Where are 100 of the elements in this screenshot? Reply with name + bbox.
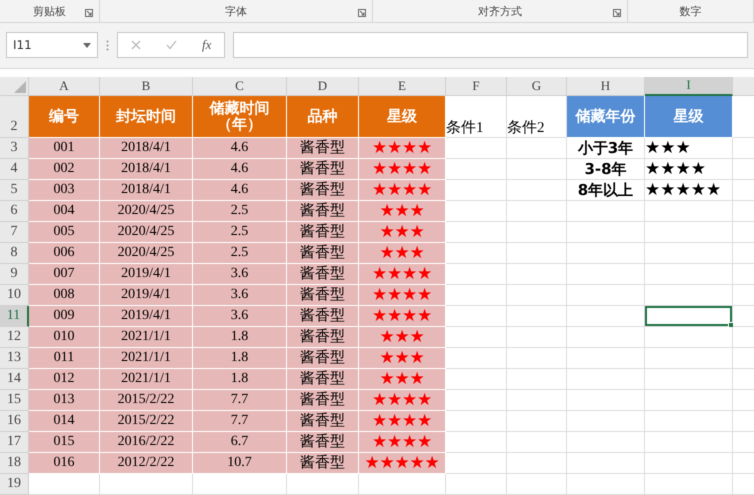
table-cell: 酱香型 xyxy=(287,264,359,285)
row-header[interactable]: 7 xyxy=(0,222,29,243)
table-cell: ★★★★ xyxy=(359,158,446,180)
table-cell: 016 xyxy=(29,452,100,474)
row-header[interactable]: 18 xyxy=(0,452,29,474)
row-header[interactable]: 13 xyxy=(0,348,29,369)
table-cell: 条件2 xyxy=(507,96,567,138)
table-cell: ★★★ xyxy=(359,222,446,243)
select-all-button[interactable] xyxy=(0,76,29,96)
row-header[interactable]: 15 xyxy=(0,390,29,411)
table-cell: ★★★★ xyxy=(359,138,446,159)
table-cell: 2015/2/22 xyxy=(100,390,193,411)
table-cell: 1.8 xyxy=(193,326,287,348)
row-header[interactable]: 2 xyxy=(0,96,29,138)
table-cell: 2019/4/1 xyxy=(100,264,193,285)
check-icon[interactable] xyxy=(166,40,177,50)
table-cell: 2021/1/1 xyxy=(100,326,193,348)
row-header[interactable]: 16 xyxy=(0,410,29,432)
table-cell: ★★★★ xyxy=(359,432,446,453)
row-header[interactable]: 11 xyxy=(0,306,29,327)
table-cell: 003 xyxy=(29,180,100,201)
table-cell: 酱香型 xyxy=(287,138,359,159)
table-cell: 007 xyxy=(29,264,100,285)
table-cell: 011 xyxy=(29,348,100,369)
column-header[interactable]: B xyxy=(100,76,193,96)
table-cell: 7.7 xyxy=(193,410,287,432)
row-header[interactable]: 14 xyxy=(0,368,29,390)
row-header[interactable]: 17 xyxy=(0,432,29,453)
row-header[interactable]: 8 xyxy=(0,242,29,264)
table-cell: ★★★ xyxy=(359,200,446,222)
insert-function-button[interactable]: fx xyxy=(202,37,212,54)
table-cell: 2018/4/1 xyxy=(100,138,193,159)
table-cell: 012 xyxy=(29,368,100,390)
dialog-launcher-icon[interactable] xyxy=(358,9,366,17)
column-header[interactable]: H xyxy=(567,76,645,96)
table-cell: 酱香型 xyxy=(287,390,359,411)
cancel-icon[interactable] xyxy=(130,40,141,50)
table-cell: 酱香型 xyxy=(287,452,359,474)
row-header[interactable]: 3 xyxy=(0,138,29,159)
table-cell: 3.6 xyxy=(193,306,287,327)
ribbon-group-label: 数字 xyxy=(680,4,702,19)
table-cell: ★★★★★ xyxy=(645,180,733,201)
dropdown-icon xyxy=(83,42,91,48)
column-header[interactable]: D xyxy=(287,76,359,96)
table-cell: 酱香型 xyxy=(287,284,359,306)
table-cell: 010 xyxy=(29,326,100,348)
table-cell: 005 xyxy=(29,222,100,243)
ribbon-group-label: 剪贴板 xyxy=(33,4,66,19)
column-header[interactable]: G xyxy=(507,76,567,96)
row-header[interactable]: 5 xyxy=(0,180,29,201)
table-cell: ★★★★ xyxy=(359,410,446,432)
table-cell: 004 xyxy=(29,200,100,222)
table-cell: 7.7 xyxy=(193,390,287,411)
name-box[interactable]: I11 xyxy=(6,32,98,58)
table-cell: ★★★★ xyxy=(359,390,446,411)
table-cell: 001 xyxy=(29,138,100,159)
table-cell: 3.6 xyxy=(193,264,287,285)
table-cell: 2020/4/25 xyxy=(100,200,193,222)
column-header[interactable]: A xyxy=(29,76,100,96)
column-header[interactable]: C xyxy=(193,76,287,96)
table-cell: 008 xyxy=(29,284,100,306)
header-cell: 封坛时间 xyxy=(100,96,193,138)
dialog-launcher-icon[interactable] xyxy=(85,9,93,17)
table-cell: ★★★ xyxy=(359,326,446,348)
table-cell: 1.8 xyxy=(193,368,287,390)
ribbon-group-label: 字体 xyxy=(225,4,247,19)
table-cell: 4.6 xyxy=(193,138,287,159)
row-header[interactable]: 12 xyxy=(0,326,29,348)
table-cell: 015 xyxy=(29,432,100,453)
row-header[interactable]: 10 xyxy=(0,284,29,306)
table-cell: 014 xyxy=(29,410,100,432)
table-cell: 小于3年 xyxy=(567,138,645,159)
table-cell: 2021/1/1 xyxy=(100,368,193,390)
formula-field[interactable] xyxy=(233,32,748,58)
table-cell: 2018/4/1 xyxy=(100,180,193,201)
header-cell: 编号 xyxy=(29,96,100,138)
table-cell: 10.7 xyxy=(193,452,287,474)
column-header[interactable]: I xyxy=(645,76,733,96)
row-header[interactable]: 4 xyxy=(0,158,29,180)
table-cell: ★★★ xyxy=(359,242,446,264)
column-header[interactable]: F xyxy=(446,76,507,96)
active-cell[interactable] xyxy=(645,306,733,327)
row-header[interactable]: 6 xyxy=(0,200,29,222)
row-header[interactable]: 9 xyxy=(0,264,29,285)
dialog-launcher-icon[interactable] xyxy=(613,9,621,17)
table-cell: 酱香型 xyxy=(287,158,359,180)
header-cell: 星级 xyxy=(645,96,733,138)
row-header[interactable]: 19 xyxy=(0,474,29,495)
table-cell: 2.5 xyxy=(193,200,287,222)
column-header[interactable]: E xyxy=(359,76,446,96)
table-cell: 2.5 xyxy=(193,242,287,264)
triangle-icon xyxy=(14,80,26,93)
table-cell: 2018/4/1 xyxy=(100,158,193,180)
table-cell: ★★★★ xyxy=(359,284,446,306)
grip-icon xyxy=(106,40,109,51)
table-cell: ★★★ xyxy=(359,348,446,369)
table-cell: ★★★★ xyxy=(359,180,446,201)
table-cell: 2020/4/25 xyxy=(100,242,193,264)
table-cell: 酱香型 xyxy=(287,242,359,264)
header-cell: 星级 xyxy=(359,96,446,138)
